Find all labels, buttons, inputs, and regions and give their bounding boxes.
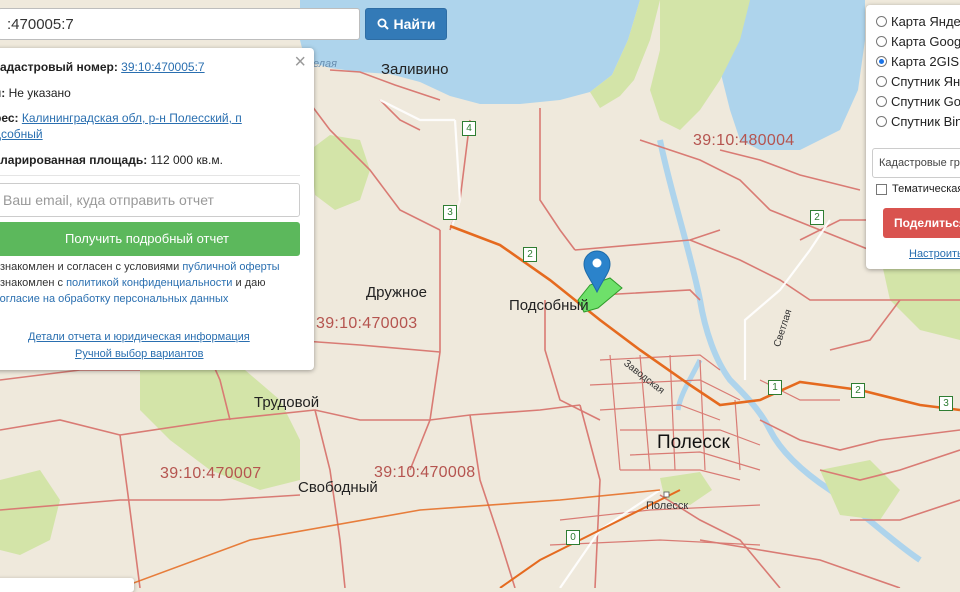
road-number-badge: 0 [566, 530, 580, 545]
layer-option-label: Карта Google [891, 33, 960, 49]
thematic-map-toggle[interactable]: Тематическая карта [876, 183, 960, 195]
data-consent: согласие на обработку персональных данны… [0, 293, 228, 305]
bottom-left-control[interactable] [0, 578, 134, 592]
layers-panel: Карта Яндекс Карта Google Карта 2GIS Спу… [866, 5, 960, 269]
layer-option-bing-satellite[interactable]: Спутник Bing [876, 111, 960, 131]
cadastral-quarter-label: 39:10:470003 [316, 315, 418, 332]
road-number-badge: 2 [810, 210, 824, 225]
layer-option-google-satellite[interactable]: Спутник Google [876, 91, 960, 111]
report-details-link[interactable]: Детали отчета и юридическая информация [28, 331, 250, 343]
cadastral-quarter-label: 39:10:470007 [160, 465, 262, 482]
parcel-info-panel: × кадастровый номер: 39:10:470005:7 п: Н… [0, 48, 314, 370]
road-number-badge: 3 [939, 396, 953, 411]
public-offer-link[interactable]: публичной оферты [182, 261, 279, 273]
share-button[interactable]: Поделиться [883, 208, 960, 238]
search-button[interactable]: Найти [365, 8, 447, 40]
agreement-text: ознакомлен с [0, 277, 64, 289]
agreement-text: и даю [235, 277, 266, 289]
area-label: кларированная площадь: [0, 153, 148, 167]
layer-option-google-map[interactable]: Карта Google [876, 31, 960, 51]
radio-button[interactable] [876, 115, 887, 127]
get-report-button[interactable]: Получить подробный отчет [0, 222, 300, 256]
water-label: елая [313, 58, 337, 70]
radio-button[interactable] [876, 15, 887, 27]
cadastral-quarter-label: 39:10:470008 [374, 464, 476, 481]
address-link-continued[interactable]: дсобный [0, 127, 43, 141]
settlement-label: Подсобный [509, 297, 589, 314]
settlement-label: Свободный [298, 479, 378, 496]
road-number-badge: 1 [768, 380, 782, 395]
settlement-label: Трудовой [254, 394, 320, 411]
data-consent-link[interactable]: согласие на обработку персональных данны… [0, 293, 228, 305]
area-row: кларированная площадь: 112 000 кв.м. [0, 153, 223, 167]
radio-button-selected[interactable] [876, 55, 887, 67]
type-label: п: [0, 86, 6, 100]
road-number-badge: 2 [523, 247, 537, 262]
town-label: Полесск [646, 500, 689, 512]
road-number-badge: 2 [851, 383, 865, 398]
divider [0, 175, 300, 176]
city-label: Полесск [657, 432, 730, 453]
layer-option-2gis-map[interactable]: Карта 2GIS [876, 51, 959, 71]
thematic-map-label: Тематическая карта [892, 183, 960, 195]
address-row-2: дсобный [0, 127, 43, 141]
type-row: п: Не указано [0, 86, 71, 100]
search-icon [377, 18, 389, 30]
layer-option-yandex-map[interactable]: Карта Яндекс [876, 11, 960, 31]
address-link[interactable]: Калининградская обл, р-н Полесский, п [22, 111, 242, 125]
cadastral-number-link[interactable]: 39:10:470005:7 [121, 60, 204, 74]
address-label: рес: [0, 111, 19, 125]
overlay-select[interactable]: Кадастровые границы [872, 148, 960, 178]
radio-button[interactable] [876, 95, 887, 107]
road-number-badge: 3 [443, 205, 457, 220]
layer-option-label: Спутник Яндекс [891, 73, 960, 89]
layer-option-yandex-satellite[interactable]: Спутник Яндекс [876, 71, 960, 91]
agreement-text: ознакомлен и согласен с условиями [0, 261, 180, 273]
layer-option-label: Спутник Bing [891, 113, 960, 129]
road-number-badge: 4 [462, 121, 476, 136]
privacy-policy-link[interactable]: политикой конфиденциальности [66, 277, 232, 289]
radio-button[interactable] [876, 75, 887, 87]
privacy-agreement: ознакомлен с политикой конфиденциальност… [0, 277, 266, 289]
cadastral-quarter-label: 39:10:480004 [693, 132, 795, 149]
configure-link[interactable]: Настроить [909, 248, 960, 260]
layer-option-label: Карта 2GIS [891, 53, 960, 69]
type-value: Не указано [8, 86, 71, 100]
offer-agreement: ознакомлен и согласен с условиями публич… [0, 261, 280, 273]
cadastral-number-label: кадастровый номер: [0, 60, 118, 74]
search-input[interactable]: :470005:7 [0, 8, 360, 40]
settlement-label: Заливино [381, 61, 449, 78]
email-field[interactable]: Ваш email, куда отправить отчет [0, 183, 300, 217]
radio-button[interactable] [876, 35, 887, 47]
layer-option-label: Карта Яндекс [891, 13, 960, 29]
address-row: рес: Калининградская обл, р-н Полесский,… [0, 111, 242, 125]
search-button-label: Найти [393, 16, 436, 32]
layer-option-label: Спутник Google [891, 93, 960, 109]
manual-selection-link[interactable]: Ручной выбор вариантов [75, 348, 203, 360]
checkbox[interactable] [876, 183, 887, 195]
close-icon[interactable]: × [294, 51, 306, 74]
cadastral-number-row: кадастровый номер: 39:10:470005:7 [0, 60, 205, 74]
settlement-label: Дружное [366, 284, 428, 301]
area-value: 112 000 кв.м. [150, 153, 223, 167]
